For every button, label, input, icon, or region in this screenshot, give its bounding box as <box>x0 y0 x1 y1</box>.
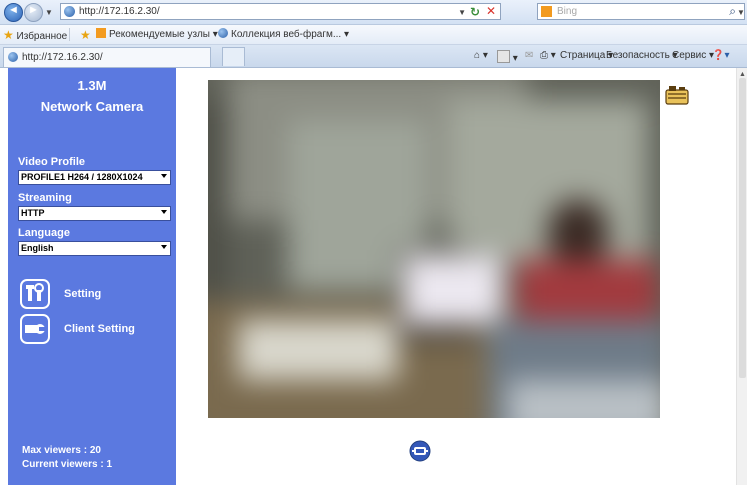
setting-label: Setting <box>64 288 102 300</box>
page-content: 1.3M Network Camera Video Profile PROFIL… <box>0 68 747 485</box>
tab-bar: http://172.16.2.30/ ⌂ ▾ ▾ ✉ ⎙ ▾ Страница… <box>0 45 747 68</box>
page-icon <box>64 6 75 17</box>
home-icon[interactable]: ⌂ ▾ <box>474 50 488 61</box>
menu-security[interactable]: Безопасность ▾ <box>606 50 678 61</box>
tab-page-icon <box>8 52 18 62</box>
search-icon[interactable]: ⌕ <box>729 4 736 19</box>
setting-menu-item[interactable]: Setting <box>20 279 170 311</box>
snapshot-icon[interactable] <box>665 84 689 106</box>
resolution-title: 1.3M <box>77 78 107 93</box>
current-viewers: Current viewers : 1 <box>22 459 113 470</box>
product-name: Network Camera <box>40 99 144 114</box>
add-favorite-icon[interactable]: ★ <box>80 28 91 42</box>
favorites-button[interactable]: ★ Избранное <box>3 28 67 42</box>
video-profile-value: PROFILE1 H264 / 1280X1024 <box>21 172 143 182</box>
favorites-bar: ★ Избранное ★ Рекомендуемые узлы ▾ Колле… <box>0 25 747 45</box>
menu-tools[interactable]: Сервис ▾ <box>672 50 714 61</box>
refresh-icon[interactable]: ↻ <box>470 5 480 19</box>
ptz-control-icon[interactable] <box>409 440 431 462</box>
video-frame <box>208 80 660 418</box>
video-profile-label: Video Profile <box>18 156 86 168</box>
url-field[interactable]: http://172.16.2.30/ ▼ ↻ ✕ <box>60 3 501 20</box>
video-profile-select[interactable]: PROFILE1 H264 / 1280X1024 <box>18 170 171 185</box>
star-icon: ★ <box>3 28 14 42</box>
back-icon[interactable]: ◄ <box>4 3 23 22</box>
setting-icon <box>20 279 50 309</box>
language-label: Language <box>18 227 70 239</box>
feed-toolbar-icon[interactable]: ▾ <box>497 50 518 64</box>
streaming-select[interactable]: HTTP <box>18 206 171 221</box>
fav-link-webslices[interactable]: Коллекция веб-фрагм... ▾ <box>218 28 349 40</box>
streaming-label: Streaming <box>18 192 72 204</box>
new-tab-button[interactable] <box>222 47 245 66</box>
vertical-scrollbar[interactable]: ▲ <box>736 68 747 485</box>
stop-icon[interactable]: ✕ <box>486 4 496 18</box>
search-field[interactable]: Bing ⌕ <box>537 3 745 20</box>
fav-link-recommended[interactable]: Рекомендуемые узлы ▾ <box>96 28 218 40</box>
language-value: English <box>21 243 54 253</box>
history-dropdown-icon[interactable]: ▼ <box>45 8 53 17</box>
chevron-down-icon <box>161 174 167 178</box>
forward-icon[interactable]: ► <box>24 3 43 22</box>
help-icon[interactable]: ❓▾ <box>712 50 729 61</box>
max-viewers: Max viewers : 20 <box>22 445 101 456</box>
browser-address-bar: ◄ ► ▼ http://172.16.2.30/ ▼ ↻ ✕ Bing ⌕ ▼ <box>0 0 747 25</box>
mail-icon[interactable]: ✉ <box>525 50 533 61</box>
url-text: http://172.16.2.30/ <box>79 6 160 17</box>
language-select[interactable]: English <box>18 241 171 256</box>
client-setting-icon <box>20 314 50 344</box>
active-tab[interactable]: http://172.16.2.30/ <box>3 47 211 67</box>
client-setting-menu-item[interactable]: Client Setting <box>20 314 170 346</box>
feed-icon <box>96 28 106 38</box>
live-video-view[interactable] <box>208 80 660 418</box>
search-dropdown-icon[interactable]: ▼ <box>737 8 745 17</box>
chevron-down-icon <box>161 245 167 249</box>
scroll-up-icon[interactable]: ▲ <box>739 71 746 78</box>
tab-title: http://172.16.2.30/ <box>22 52 103 63</box>
client-setting-label: Client Setting <box>64 323 135 335</box>
scrollbar-thumb[interactable] <box>739 78 746 378</box>
ie-icon <box>218 28 228 38</box>
print-icon[interactable]: ⎙ ▾ <box>540 50 556 61</box>
url-dropdown-icon[interactable]: ▼ <box>458 8 466 17</box>
sidebar: 1.3M Network Camera Video Profile PROFIL… <box>8 68 176 485</box>
chevron-down-icon <box>161 210 167 214</box>
search-placeholder: Bing <box>557 6 578 17</box>
bing-logo-icon <box>541 6 552 17</box>
streaming-value: HTTP <box>21 208 45 218</box>
